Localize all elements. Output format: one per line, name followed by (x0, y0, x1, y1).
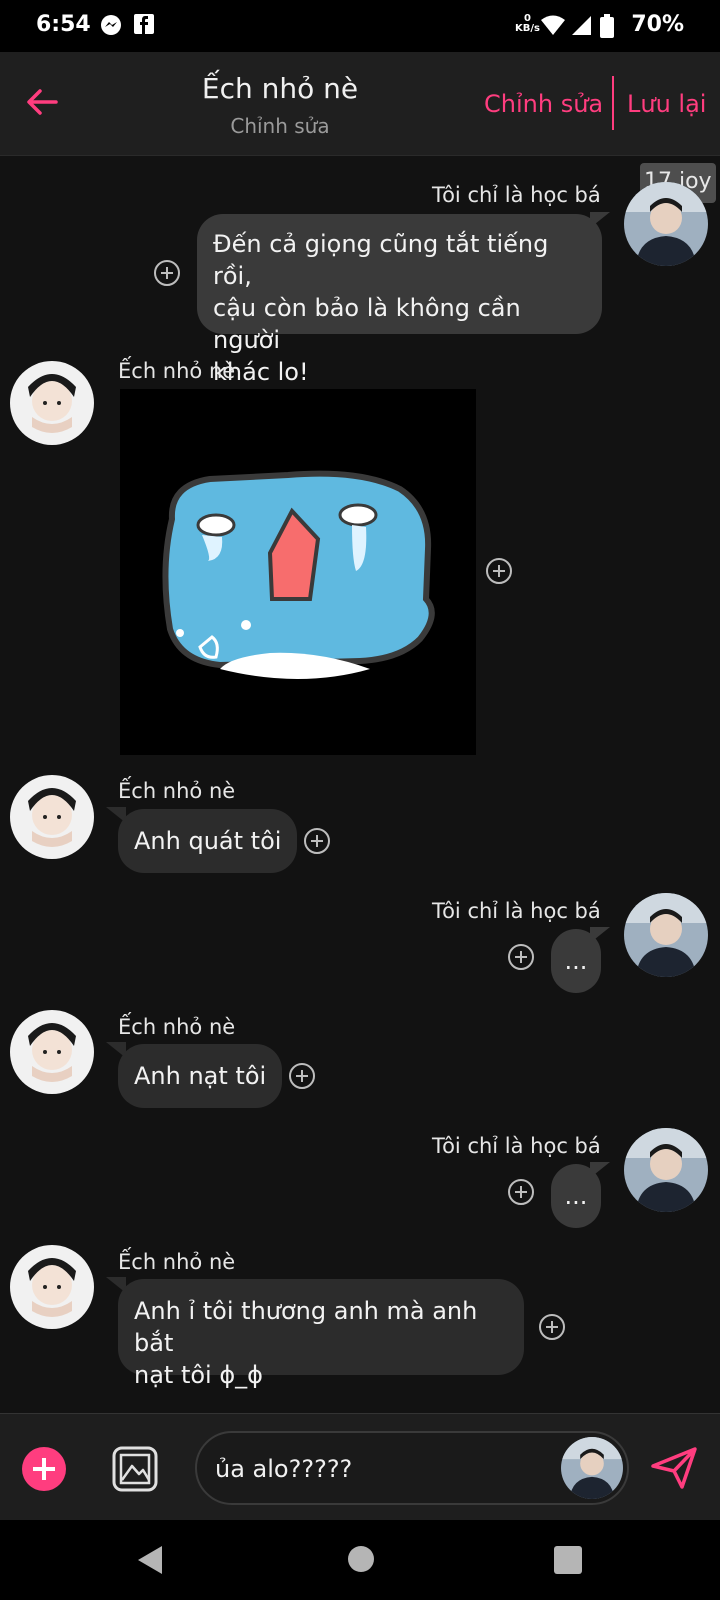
message-bubble[interactable]: ... (551, 929, 601, 993)
page-subtitle: Chỉnh sửa (230, 114, 330, 138)
back-arrow-icon[interactable] (24, 84, 60, 120)
header-divider (612, 76, 614, 130)
react-add-icon[interactable] (289, 1063, 315, 1089)
message-bubble[interactable]: ... (551, 1164, 601, 1228)
chat-list[interactable]: 17 joy Tôi chỉ là học bá Đến cả giọng cũ… (0, 157, 720, 1413)
image-icon[interactable] (112, 1446, 158, 1492)
avatar[interactable] (624, 1128, 708, 1212)
messenger-icon (101, 15, 121, 35)
sender-avatar[interactable] (561, 1437, 623, 1499)
react-add-icon[interactable] (508, 1179, 534, 1205)
nav-back-icon[interactable] (136, 1544, 164, 1576)
avatar[interactable] (10, 361, 94, 445)
battery-percent: 70% (631, 12, 684, 37)
message-bubble[interactable]: Anh nạt tôi (118, 1044, 283, 1108)
avatar[interactable] (624, 182, 708, 266)
sender-name: Ếch nhỏ nè (118, 779, 236, 803)
react-add-icon[interactable] (154, 260, 180, 286)
react-add-icon[interactable] (539, 1314, 565, 1340)
avatar[interactable] (10, 775, 94, 859)
save-button[interactable]: Lưu lại (627, 90, 706, 118)
message-bubble[interactable]: Anh ỉ tôi thương anh mà anh bắt nạt tôi … (118, 1279, 524, 1389)
wifi-icon (541, 15, 565, 35)
clock: 6:54 (36, 12, 91, 37)
status-bar: 6:54 0 KB/s 70% (0, 0, 720, 52)
page-title: Ếch nhỏ nè (201, 72, 359, 105)
add-button[interactable] (22, 1447, 66, 1491)
signal-icon (572, 16, 591, 35)
sender-name: Tôi chỉ là học bá (432, 183, 601, 207)
send-icon[interactable] (650, 1446, 698, 1490)
avatar[interactable] (624, 893, 708, 977)
react-add-icon[interactable] (304, 828, 330, 854)
composer-bar: ủa alo????? (0, 1413, 720, 1520)
network-speed: 0 KB/s (515, 13, 540, 34)
sender-name: Tôi chỉ là học bá (432, 1134, 601, 1158)
sticker-image[interactable] (120, 389, 476, 755)
sender-name: Ếch nhỏ nè (118, 1250, 236, 1274)
system-nav-bar (0, 1520, 720, 1600)
sender-name: Ếch nhỏ nè (118, 1015, 236, 1039)
chat-header: Ếch nhỏ nè Chỉnh sửa Chỉnh sửa Lưu lại (0, 52, 720, 156)
react-add-icon[interactable] (486, 558, 512, 584)
sender-name: Ếch nhỏ nè (118, 359, 236, 383)
message-bubble[interactable]: Đến cả giọng cũng tắt tiếng rồi, cậu còn… (197, 214, 602, 386)
react-add-icon[interactable] (508, 944, 534, 970)
message-input-text[interactable]: ủa alo????? (215, 1455, 352, 1483)
message-input[interactable]: ủa alo????? (195, 1431, 629, 1505)
edit-button[interactable]: Chỉnh sửa (484, 90, 603, 118)
avatar[interactable] (10, 1245, 94, 1329)
message-bubble[interactable]: Anh quát tôi (118, 809, 298, 873)
facebook-icon (134, 14, 154, 34)
sender-name: Tôi chỉ là học bá (432, 899, 601, 923)
battery-icon (600, 14, 614, 38)
nav-recents-icon[interactable] (554, 1546, 582, 1574)
avatar[interactable] (10, 1010, 94, 1094)
nav-home-icon[interactable] (348, 1546, 374, 1572)
